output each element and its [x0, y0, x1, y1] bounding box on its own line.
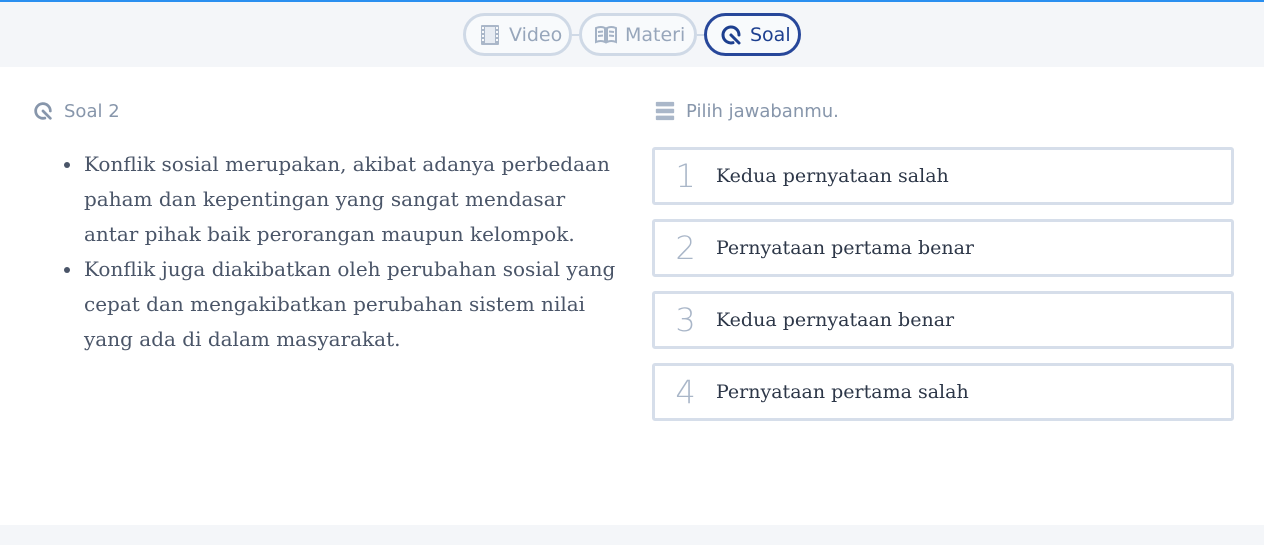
question-header: Soal 2	[32, 100, 120, 122]
tab-connector	[572, 33, 579, 36]
option-text: Pernyataan pertama salah	[716, 381, 969, 403]
tab-bar: Video Materi Soal	[0, 2, 1264, 67]
answer-title: Pilih jawabanmu.	[686, 100, 839, 122]
answer-option[interactable]: 2 Pernyataan pertama benar	[652, 219, 1234, 277]
quiz-icon	[719, 23, 743, 47]
answer-option[interactable]: 1 Kedua pernyataan salah	[652, 147, 1234, 205]
answer-header: Pilih jawabanmu.	[654, 100, 839, 122]
option-number: 2	[675, 229, 696, 267]
tab-video-label: Video	[509, 23, 563, 46]
tab-materi[interactable]: Materi	[579, 13, 697, 56]
tab-soal[interactable]: Soal	[704, 13, 801, 56]
option-number: 3	[675, 301, 696, 339]
main-content: Soal 2 Konflik sosial merupakan, akibat …	[0, 67, 1264, 525]
tab-connector	[697, 33, 704, 36]
option-text: Kedua pernyataan salah	[716, 165, 949, 187]
option-text: Kedua pernyataan benar	[716, 309, 955, 331]
footer-bar	[0, 525, 1264, 545]
answer-option[interactable]: 4 Pernyataan pertama salah	[652, 363, 1234, 421]
list-icon	[654, 100, 676, 122]
question-bullet: Konflik sosial merupakan, akibat adanya …	[62, 147, 622, 252]
option-number: 4	[675, 373, 696, 411]
question-title: Soal 2	[64, 100, 120, 122]
film-icon	[478, 23, 502, 47]
book-icon	[594, 23, 618, 47]
option-number: 1	[675, 157, 696, 195]
option-text: Pernyataan pertama benar	[716, 237, 975, 259]
question-body: Konflik sosial merupakan, akibat adanya …	[62, 147, 622, 357]
tab-video[interactable]: Video	[463, 13, 572, 56]
quiz-icon	[32, 100, 54, 122]
tab-soal-label: Soal	[750, 23, 791, 46]
question-bullet: Konflik juga diakibatkan oleh perubahan …	[62, 252, 622, 357]
tab-materi-label: Materi	[625, 23, 686, 46]
answer-options: 1 Kedua pernyataan salah 2 Pernyataan pe…	[652, 147, 1234, 435]
answer-option[interactable]: 3 Kedua pernyataan benar	[652, 291, 1234, 349]
